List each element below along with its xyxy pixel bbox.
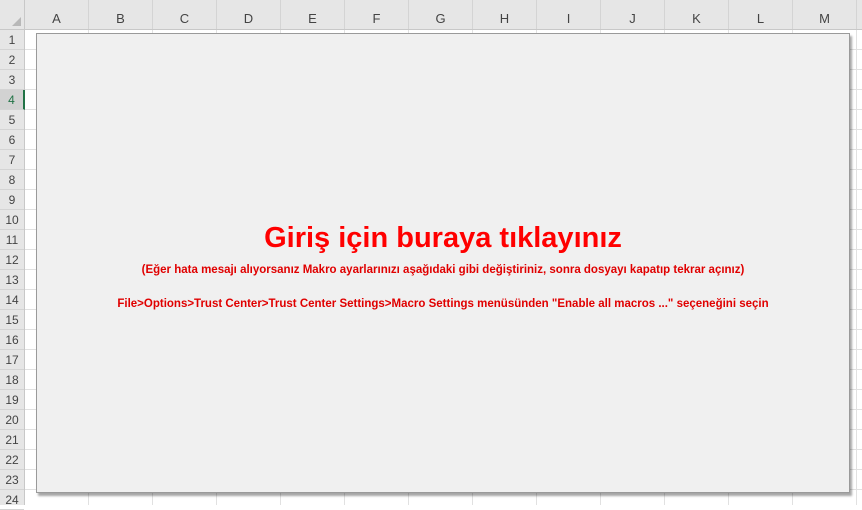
row-header-3[interactable]: 3 xyxy=(0,70,24,90)
row-header-21[interactable]: 21 xyxy=(0,430,24,450)
select-all-corner[interactable] xyxy=(0,0,25,30)
column-header-m[interactable]: M xyxy=(793,0,857,29)
row-header-12[interactable]: 12 xyxy=(0,250,24,270)
row-header-22[interactable]: 22 xyxy=(0,450,24,470)
row-header-6[interactable]: 6 xyxy=(0,130,24,150)
row-header-10[interactable]: 10 xyxy=(0,210,24,230)
row-header-23[interactable]: 23 xyxy=(0,470,24,490)
row-header-16[interactable]: 16 xyxy=(0,330,24,350)
row-header-20[interactable]: 20 xyxy=(0,410,24,430)
row-header-4[interactable]: 4 xyxy=(0,90,25,110)
row-header-18[interactable]: 18 xyxy=(0,370,24,390)
row-header-15[interactable]: 15 xyxy=(0,310,24,330)
row-header-14[interactable]: 14 xyxy=(0,290,24,310)
row-header-9[interactable]: 9 xyxy=(0,190,24,210)
macro-settings-instruction: File>Options>Trust Center>Trust Center S… xyxy=(117,298,769,310)
login-button-shape[interactable]: Giriş için buraya tıklayınız (Eğer hata … xyxy=(36,33,850,493)
macro-warning-text: (Eğer hata mesajı alıyorsanız Makro ayar… xyxy=(141,264,745,276)
column-header-j[interactable]: J xyxy=(601,0,665,29)
row-header-7[interactable]: 7 xyxy=(0,150,24,170)
row-header-2[interactable]: 2 xyxy=(0,50,24,70)
column-header-b[interactable]: B xyxy=(89,0,153,29)
row-header-1[interactable]: 1 xyxy=(0,30,24,50)
row-header-8[interactable]: 8 xyxy=(0,170,24,190)
column-header-c[interactable]: C xyxy=(153,0,217,29)
row-header-11[interactable]: 11 xyxy=(0,230,24,250)
row-header-24[interactable]: 24 xyxy=(0,490,24,510)
row-headers: 1 2 3 4 5 6 7 8 9 10 11 12 13 14 15 16 17 18 19 20 21 22 23 24 xyxy=(0,30,25,510)
column-header-k[interactable]: K xyxy=(665,0,729,29)
row-header-17[interactable]: 17 xyxy=(0,350,24,370)
column-header-d[interactable]: D xyxy=(217,0,281,29)
column-headers: ABCDEFGHIJKLM xyxy=(25,0,862,30)
row-header-5[interactable]: 5 xyxy=(0,110,24,130)
login-title[interactable]: Giriş için buraya tıklayınız xyxy=(37,222,849,255)
row-header-19[interactable]: 19 xyxy=(0,390,24,410)
column-header-f[interactable]: F xyxy=(345,0,409,29)
row-header-13[interactable]: 13 xyxy=(0,270,24,290)
column-header-l[interactable]: L xyxy=(729,0,793,29)
column-header-g[interactable]: G xyxy=(409,0,473,29)
column-header-e[interactable]: E xyxy=(281,0,345,29)
column-header-a[interactable]: A xyxy=(25,0,89,29)
column-header-h[interactable]: H xyxy=(473,0,537,29)
column-header-i[interactable]: I xyxy=(537,0,601,29)
